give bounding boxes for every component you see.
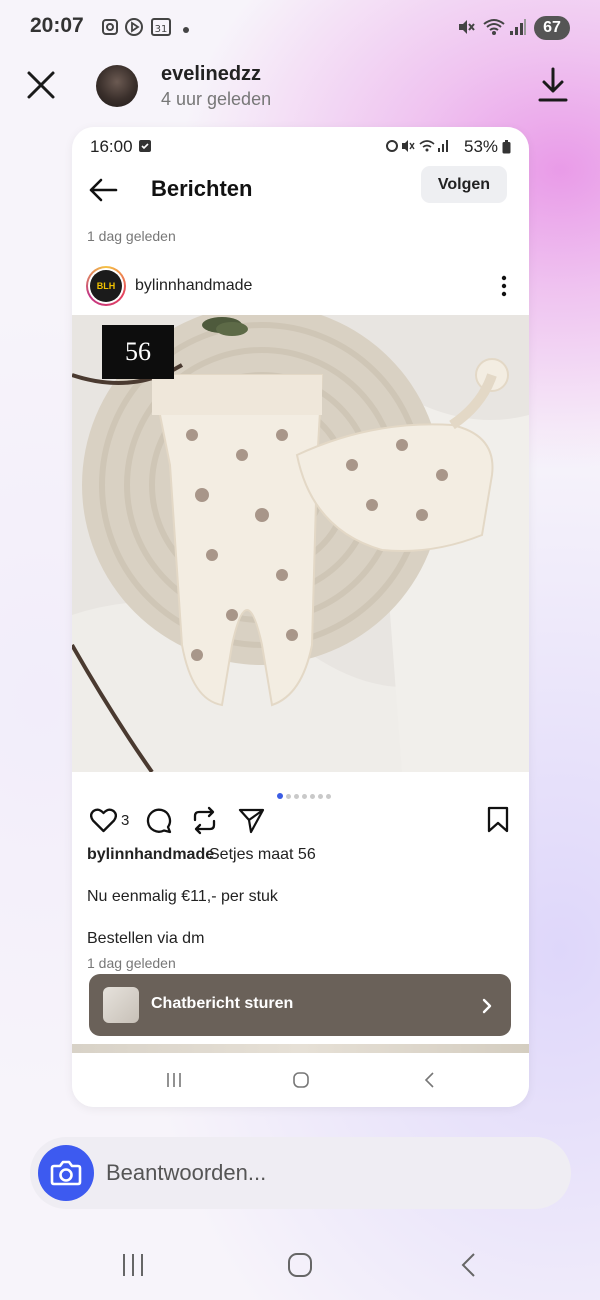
- story-username[interactable]: evelinedzz: [161, 63, 261, 86]
- share-button[interactable]: [238, 807, 265, 834]
- caption-text: Setjes maat 56: [209, 846, 316, 863]
- carousel-dot: [277, 793, 283, 799]
- download-button[interactable]: [536, 66, 570, 104]
- back-button[interactable]: [88, 177, 118, 203]
- caption-username[interactable]: bylinnhandmade: [87, 846, 214, 864]
- download-icon: [538, 67, 568, 102]
- signal-icon: [509, 17, 527, 42]
- more-options-button[interactable]: [498, 275, 510, 297]
- close-button[interactable]: [24, 68, 58, 102]
- save-button[interactable]: [486, 806, 510, 833]
- next-post-image-edge: [72, 1044, 529, 1053]
- recents-icon: [123, 1254, 143, 1276]
- battery-badge: 67: [534, 16, 570, 40]
- carousel-dot: [294, 794, 299, 799]
- calendar-notification-icon: 31: [150, 17, 172, 42]
- carousel-dot: [326, 794, 331, 799]
- mute-icon: [456, 17, 476, 42]
- back-arrow-icon: [89, 178, 118, 202]
- system-navigation-bar: [0, 1232, 600, 1300]
- recents-button[interactable]: [119, 1250, 147, 1280]
- like-count: 3: [121, 812, 130, 829]
- carousel-dot: [318, 794, 323, 799]
- more-vertical-icon: [501, 275, 507, 297]
- reply-bar: [30, 1137, 571, 1209]
- inner-navigation-bar: [72, 1053, 529, 1107]
- status-time: 20:07: [30, 14, 84, 37]
- home-button[interactable]: [286, 1250, 314, 1280]
- chevron-right-icon: [481, 997, 493, 1015]
- shared-screenshot: 16:00 53% Berichten Volgen 1 dag geleden…: [72, 127, 529, 1107]
- svg-text:31: 31: [155, 24, 168, 35]
- inner-back-icon: [422, 1071, 436, 1094]
- chevron-left-icon: [461, 1253, 475, 1277]
- repost-button[interactable]: [191, 806, 218, 835]
- camera-icon: [50, 1160, 82, 1186]
- caption-price: Nu eenmalig €11,- per stuk: [87, 888, 278, 905]
- brand-logo: BLH: [90, 270, 122, 302]
- carousel-dot: [286, 794, 291, 799]
- status-bar: 20:07 31 67: [0, 0, 600, 56]
- inner-battery-icon: [502, 140, 511, 159]
- like-button[interactable]: [89, 808, 118, 833]
- inner-status-icons: [384, 138, 448, 159]
- caption-order-info: Bestellen via dm: [87, 930, 205, 947]
- send-chat-message-button[interactable]: Chatbericht sturen: [89, 974, 511, 1036]
- baby-outfit-photo: [72, 315, 529, 772]
- post-avatar[interactable]: BLH: [86, 266, 126, 306]
- comment-icon: [146, 808, 172, 834]
- screenshot-notification-icon: [100, 17, 120, 42]
- camera-button[interactable]: [38, 1145, 94, 1201]
- follow-button[interactable]: Volgen: [421, 166, 507, 203]
- repost-icon: [193, 806, 216, 835]
- inner-status-battery: 53%: [464, 137, 499, 156]
- home-icon: [288, 1253, 312, 1277]
- avatar[interactable]: [96, 65, 138, 107]
- inner-time-ago: 1 dag geleden: [87, 228, 176, 244]
- chat-thumbnail: [103, 987, 139, 1023]
- story-time-ago: 4 uur geleden: [161, 89, 272, 109]
- comment-button[interactable]: [145, 807, 172, 834]
- carousel-indicator: [277, 786, 334, 804]
- inner-check-notification-icon: [138, 139, 152, 158]
- back-nav-button[interactable]: [456, 1250, 480, 1280]
- post-image[interactable]: 56: [72, 315, 529, 772]
- bookmark-icon: [487, 806, 509, 833]
- chat-bar-label: Chatbericht sturen: [151, 995, 294, 1012]
- send-icon: [238, 808, 265, 834]
- carousel-dot: [310, 794, 315, 799]
- size-label: 56: [102, 325, 174, 379]
- reply-input[interactable]: [106, 1157, 546, 1189]
- more-notifications-dot-icon: [182, 21, 190, 39]
- carousel-dot: [302, 794, 307, 799]
- post-username[interactable]: bylinnhandmade: [135, 277, 252, 295]
- inner-home-icon: [292, 1071, 310, 1094]
- close-icon: [27, 71, 55, 99]
- play-notification-icon: [124, 17, 144, 42]
- post-time-ago: 1 dag geleden: [87, 955, 176, 971]
- inner-recents-icon: [165, 1071, 183, 1094]
- inner-status-time: 16:00: [90, 137, 133, 156]
- wifi-icon: [482, 17, 506, 42]
- page-title: Berichten: [151, 176, 253, 201]
- heart-icon: [89, 808, 118, 833]
